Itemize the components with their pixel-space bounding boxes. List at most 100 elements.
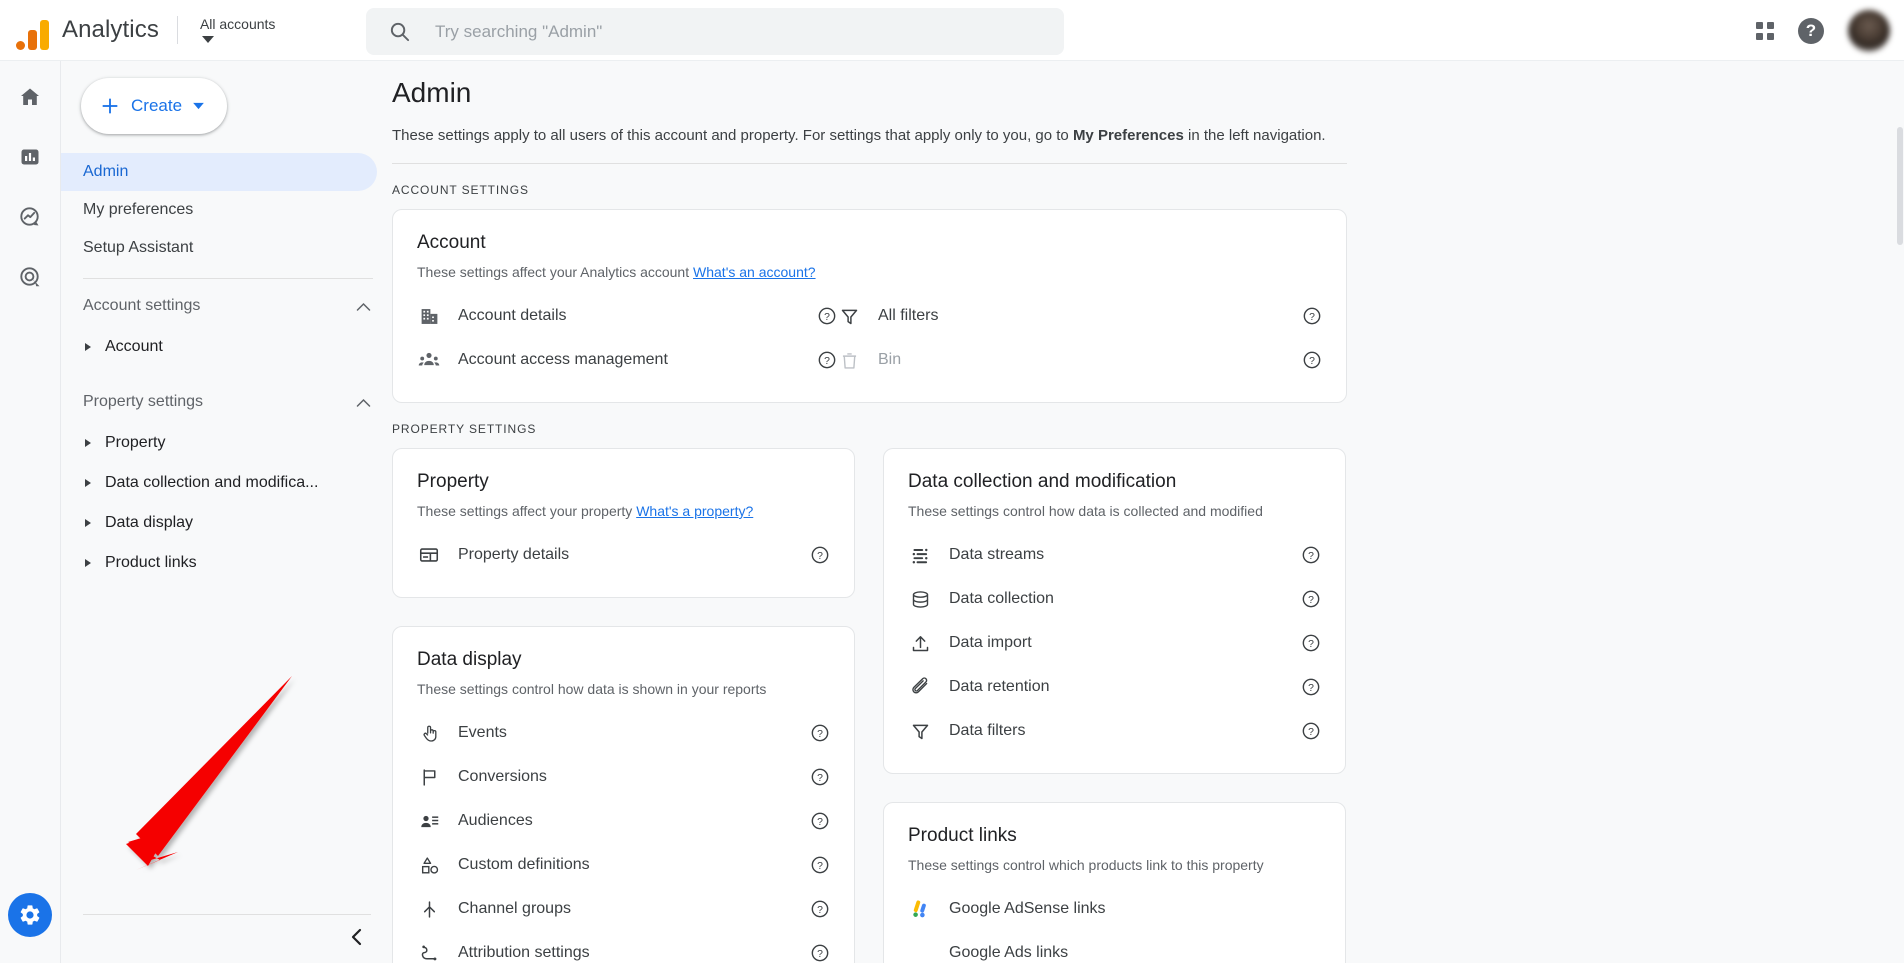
create-button[interactable]: Create [81,78,227,134]
row-attribution-settings[interactable]: Attribution settings ? [417,931,830,963]
row-label: Channel groups [458,900,810,918]
row-events[interactable]: Events ? [417,711,830,755]
collapse-sidenav-button[interactable] [342,923,370,951]
data-display-rows: Events ? Conversions ? [417,711,830,963]
row-account-access-management[interactable]: Account access management ? [417,338,837,382]
help-circle-icon[interactable]: ? [1302,306,1322,326]
rail-item-explore[interactable] [8,195,52,239]
sidebar-item-label: My preferences [83,201,193,219]
row-data-retention[interactable]: Data retention ? [908,665,1321,709]
help-circle-icon[interactable]: ? [817,350,837,370]
avatar[interactable] [1848,10,1890,52]
attribution-icon [417,941,441,963]
chevron-down-icon [201,35,215,44]
rail-item-advertising[interactable] [8,255,52,299]
row-data-import[interactable]: Data import ? [908,621,1321,665]
product-links-rows: Google AdSense links Google Ads links [908,887,1321,963]
reports-icon [18,145,42,169]
rail-item-reports[interactable] [8,135,52,179]
nav-group-account-settings[interactable]: Account settings [61,285,392,327]
whats-a-property-link[interactable]: What's a property? [636,503,753,519]
row-data-collection[interactable]: Data collection ? [908,577,1321,621]
apps-grid-icon[interactable] [1756,22,1774,40]
whats-an-account-link[interactable]: What's an account? [693,264,816,280]
search-input[interactable] [435,22,995,42]
row-audiences[interactable]: Audiences ? [417,799,830,843]
row-property-details[interactable]: Property details ? [417,533,830,577]
help-circle-icon[interactable]: ? [810,767,830,787]
triangle-right-icon [85,559,91,567]
help-question-icon[interactable]: ? [1798,18,1824,44]
sidebar-item-admin[interactable]: Admin [61,153,377,191]
row-account-details[interactable]: Account details ? [417,294,837,338]
row-conversions[interactable]: Conversions ? [417,755,830,799]
svg-text:?: ? [1308,639,1314,650]
sidebar-item-label: Data collection and modifica... [105,474,318,492]
page-scrollbar-track[interactable] [1896,61,1904,963]
row-label: Audiences [458,812,810,830]
row-label: Data collection [949,590,1301,608]
row-label: Events [458,724,810,742]
row-label: Account details [458,307,817,325]
help-circle-icon[interactable]: ? [1301,633,1321,653]
admin-page: Admin These settings apply to all users … [392,77,1904,963]
row-channel-groups[interactable]: Channel groups ? [417,887,830,931]
nav-group-label: Account settings [83,297,200,315]
card-subtitle: These settings control how data is shown… [417,681,830,697]
triangle-right-icon [85,479,91,487]
help-circle-icon[interactable]: ? [810,943,830,963]
svg-text:?: ? [817,905,823,916]
chevron-left-icon [348,927,364,947]
sidebar-item-data-display[interactable]: Data display [61,503,392,543]
chevron-up-icon [356,302,371,311]
row-label: Data import [949,634,1301,652]
sidenav-footer-divider [83,914,371,915]
sidebar-item-account[interactable]: Account [61,327,392,367]
search-icon [388,20,411,43]
shapes-icon [417,853,441,877]
rail-item-home[interactable] [8,75,52,119]
account-switcher[interactable]: All accounts [194,13,281,47]
svg-text:?: ? [817,861,823,872]
sidebar-item-label: Data display [105,514,193,532]
help-circle-icon[interactable]: ? [1302,350,1322,370]
row-custom-definitions[interactable]: Custom definitions ? [417,843,830,887]
explore-icon [18,205,42,229]
page-scrollbar-thumb[interactable] [1897,127,1903,245]
help-circle-icon[interactable]: ? [810,545,830,565]
help-circle-icon[interactable]: ? [810,811,830,831]
row-google-adsense-links[interactable]: Google AdSense links [908,887,1321,931]
google-ads-logo-icon [908,941,932,963]
chevron-up-icon [356,398,371,407]
help-circle-icon[interactable]: ? [1301,721,1321,741]
property-details-icon [417,543,441,567]
nav-group-property-settings[interactable]: Property settings [61,381,392,423]
card-title: Product links [908,825,1321,847]
svg-text:?: ? [817,773,823,784]
row-all-filters[interactable]: All filters ? [837,294,1322,338]
card-subtitle: These settings affect your Analytics acc… [417,264,1322,280]
sidebar-item-product-links[interactable]: Product links [61,543,392,583]
property-card-rows: Property details ? [417,533,830,577]
sidebar-item-setup-assistant[interactable]: Setup Assistant [61,229,377,267]
help-circle-icon[interactable]: ? [817,306,837,326]
sidebar-item-data-collection-and-modification[interactable]: Data collection and modifica... [61,463,392,503]
search-bar[interactable] [366,8,1064,55]
row-data-streams[interactable]: Data streams ? [908,533,1321,577]
row-label: Bin [878,351,1302,369]
left-icon-rail [0,61,60,963]
row-data-filters[interactable]: Data filters ? [908,709,1321,753]
sidebar-item-property[interactable]: Property [61,423,392,463]
audiences-icon [417,809,441,833]
help-circle-icon[interactable]: ? [1301,545,1321,565]
sidebar-item-my-preferences[interactable]: My preferences [61,191,377,229]
admin-gear-button[interactable] [8,893,52,937]
help-circle-icon[interactable]: ? [1301,589,1321,609]
card-title: Data display [417,649,830,671]
help-circle-icon[interactable]: ? [1301,677,1321,697]
row-label: All filters [878,307,1302,325]
help-circle-icon[interactable]: ? [810,723,830,743]
row-google-ads-links[interactable]: Google Ads links [908,931,1321,963]
help-circle-icon[interactable]: ? [810,855,830,875]
help-circle-icon[interactable]: ? [810,899,830,919]
